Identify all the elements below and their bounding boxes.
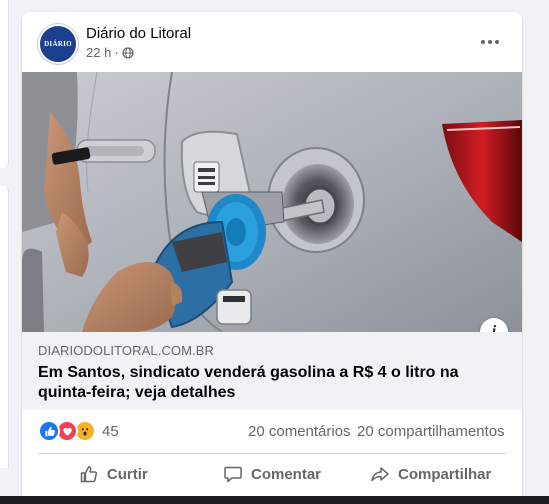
link-title[interactable]: Em Santos, sindicato venderá gasolina a … [38,363,498,403]
shares-count[interactable]: 20 compartilhamentos [357,423,505,440]
comment-icon [224,466,242,483]
avatar-logo-text: DIÁRIO [44,40,72,48]
adjacent-panel-bottom [0,186,9,468]
more-options-icon[interactable] [472,30,508,54]
share-button-label: Compartilhar [398,465,492,483]
thumbs-up-icon [80,466,97,483]
post-timestamp[interactable]: 22 h [86,45,111,60]
post-actions: Curtir Comentar Compartilhar [34,456,510,492]
adjacent-panel-top [0,0,9,168]
like-button[interactable]: Curtir [34,456,193,492]
comments-count[interactable]: 20 comentários [248,423,351,440]
actions-divider [38,453,506,454]
link-preview[interactable]: DIARIODOLITORAL.COM.BR Em Santos, sindic… [22,332,522,410]
reaction-count[interactable]: 45 [102,423,119,440]
like-button-label: Curtir [106,465,148,483]
post-meta: 22 h · [86,45,134,60]
meta-separator: · [114,45,119,60]
like-reaction-icon [38,420,60,442]
globe-icon [122,46,134,59]
comment-button-label: Comentar [251,465,322,483]
reactions-summary: 45 20 comentários 20 compartilhamentos [22,410,522,452]
screen-bottom-edge [0,496,549,504]
comment-button[interactable]: Comentar [193,456,352,492]
reaction-icons[interactable] [38,420,96,442]
share-button[interactable]: Compartilhar [351,456,510,492]
post-link-image[interactable]: i [22,72,522,332]
fuel-nozzle-photo [22,72,522,332]
page-name-link[interactable]: Diário do Litoral [86,25,191,42]
feed-post-card: DIÁRIO Diário do Litoral 22 h · i DIARIO… [22,12,522,504]
share-arrow-icon [371,467,389,482]
post-header: DIÁRIO Diário do Litoral 22 h · [22,12,522,72]
page-avatar[interactable]: DIÁRIO [38,24,78,64]
link-domain: DIARIODOLITORAL.COM.BR [38,343,215,358]
